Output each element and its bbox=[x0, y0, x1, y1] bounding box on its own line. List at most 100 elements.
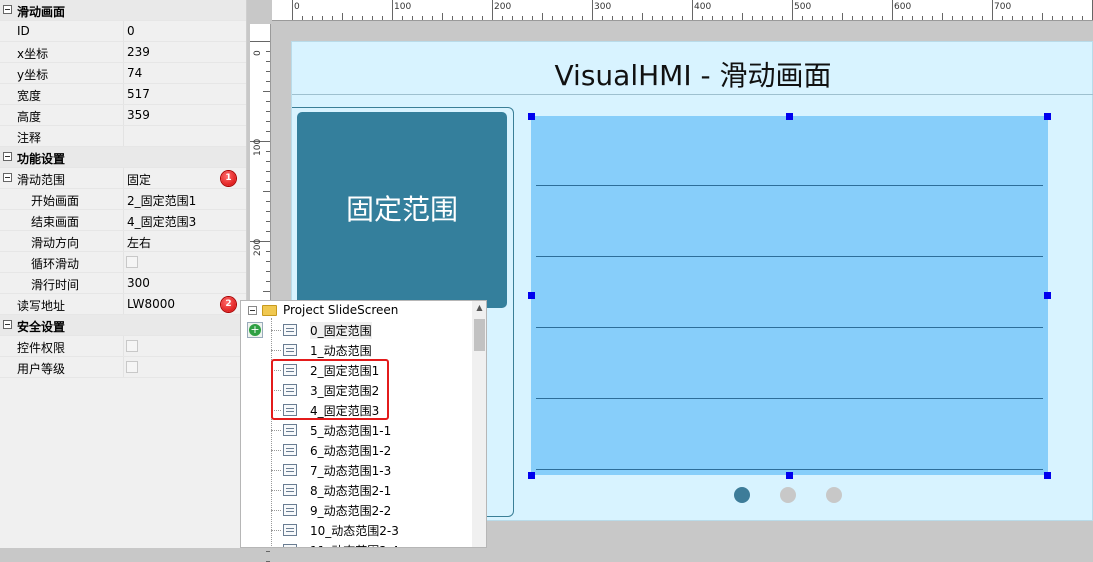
collapse-icon[interactable] bbox=[3, 173, 12, 182]
screen-page-icon bbox=[283, 524, 297, 536]
prop-label: 高度 bbox=[17, 110, 42, 124]
prop-label: y坐标 bbox=[17, 68, 49, 82]
resize-handle-sw[interactable] bbox=[528, 472, 535, 479]
callout-badge-1: 1 bbox=[221, 171, 236, 186]
resize-handle-nw[interactable] bbox=[528, 113, 535, 120]
collapse-icon[interactable] bbox=[3, 5, 12, 14]
prop-value[interactable]: LW8000 bbox=[127, 297, 175, 311]
prop-row-address[interactable]: 读写地址 LW8000 2 bbox=[0, 294, 246, 315]
collapse-icon[interactable] bbox=[3, 152, 12, 161]
prop-label: 控件权限 bbox=[17, 341, 66, 355]
highlight-box bbox=[271, 359, 389, 420]
prop-row-end-screen[interactable]: 结束画面 4_固定范围3 bbox=[0, 210, 246, 231]
prop-value[interactable]: 74 bbox=[127, 66, 142, 80]
prop-row-slide-range[interactable]: 滑动范围 固定 1 bbox=[0, 168, 246, 189]
tree-node[interactable]: 11_动态范围2-4 bbox=[271, 540, 471, 547]
prop-row-y[interactable]: y坐标 74 bbox=[0, 63, 246, 84]
ruler-label: 300 bbox=[594, 2, 612, 12]
screen-page-icon bbox=[283, 324, 297, 336]
ruler-label: 500 bbox=[794, 2, 812, 12]
prop-row-permission[interactable]: 控件权限 bbox=[0, 336, 246, 357]
prop-label: 用户等级 bbox=[17, 362, 66, 376]
divider-line bbox=[536, 327, 1043, 328]
tree-node[interactable]: 6_动态范围1-2 bbox=[271, 440, 471, 460]
tree-root-label[interactable]: Project SlideScreen bbox=[283, 303, 398, 317]
prop-value[interactable]: 300 bbox=[127, 276, 150, 290]
prop-row-loop[interactable]: 循环滑动 bbox=[0, 252, 246, 273]
prop-row-x[interactable]: x坐标 239 bbox=[0, 42, 246, 63]
prop-value[interactable]: 0 bbox=[127, 24, 135, 38]
prop-value[interactable]: 2_固定范围1 bbox=[127, 192, 196, 209]
category-security[interactable]: 安全设置 bbox=[0, 315, 246, 336]
ruler-label: 200 bbox=[494, 2, 512, 12]
collapse-icon[interactable] bbox=[248, 306, 257, 315]
page-indicator-dot[interactable] bbox=[780, 487, 796, 503]
tree-node-label: 5_动态范围1-1 bbox=[310, 424, 392, 438]
add-screen-button[interactable]: + bbox=[247, 322, 263, 338]
prop-row-direction[interactable]: 滑动方向 左右 bbox=[0, 231, 246, 252]
loop-checkbox[interactable] bbox=[126, 256, 138, 268]
prop-value[interactable]: 239 bbox=[127, 45, 150, 59]
tree-node[interactable]: 10_动态范围2-3 bbox=[271, 520, 471, 540]
ruler-label: 0 bbox=[253, 50, 263, 56]
tree-node[interactable]: 5_动态范围1-1 bbox=[271, 420, 471, 440]
prop-row-note[interactable]: 注释 bbox=[0, 126, 246, 147]
permission-checkbox[interactable] bbox=[126, 340, 138, 352]
prop-label: 读写地址 bbox=[17, 299, 66, 313]
category-label: 滑动画面 bbox=[17, 5, 66, 19]
tree-scrollbar[interactable] bbox=[472, 315, 486, 547]
prop-value[interactable]: 359 bbox=[127, 108, 150, 122]
prop-row-height[interactable]: 高度 359 bbox=[0, 105, 246, 126]
resize-handle-w[interactable] bbox=[528, 292, 535, 299]
prop-row-glide-time[interactable]: 滑行时间 300 bbox=[0, 273, 246, 294]
prop-value[interactable]: 左右 bbox=[127, 234, 151, 251]
tree-node[interactable]: 0_固定范围 bbox=[271, 320, 471, 340]
prop-label: 滑行时间 bbox=[31, 278, 80, 292]
screen-page-icon bbox=[283, 344, 297, 356]
tree-node[interactable]: 8_动态范围2-1 bbox=[271, 480, 471, 500]
resize-handle-se[interactable] bbox=[1044, 472, 1051, 479]
scroll-up-icon[interactable]: ▲ bbox=[472, 301, 486, 315]
page-indicator-dot[interactable] bbox=[734, 487, 750, 503]
prop-row-user-level[interactable]: 用户等级 bbox=[0, 357, 246, 378]
prop-row-id[interactable]: ID 0 bbox=[0, 21, 246, 42]
prop-value[interactable]: 固定 bbox=[127, 171, 151, 188]
page-indicator-dot[interactable] bbox=[826, 487, 842, 503]
user-level-checkbox[interactable] bbox=[126, 361, 138, 373]
resize-handle-ne[interactable] bbox=[1044, 113, 1051, 120]
resize-handle-s[interactable] bbox=[786, 472, 793, 479]
divider-line bbox=[536, 398, 1043, 399]
tree-node-label: 0_固定范围 bbox=[310, 322, 372, 339]
category-label: 功能设置 bbox=[17, 152, 66, 166]
tree-node[interactable]: 1_动态范围 bbox=[271, 340, 471, 360]
category-function[interactable]: 功能设置 bbox=[0, 147, 246, 168]
prop-value[interactable]: 517 bbox=[127, 87, 150, 101]
tree-node-label: 11_动态范围2-4 bbox=[310, 542, 399, 547]
prop-label: 注释 bbox=[17, 131, 42, 145]
plus-icon: + bbox=[249, 323, 261, 336]
tree-node-label: 8_动态范围2-1 bbox=[310, 484, 392, 498]
scrollbar-thumb[interactable] bbox=[474, 319, 485, 351]
fixed-range-tile[interactable]: 固定范围 bbox=[297, 112, 507, 308]
folder-icon bbox=[262, 305, 277, 316]
tree-node-label: 6_动态范围1-2 bbox=[310, 444, 392, 458]
ruler-label: 100 bbox=[253, 138, 263, 156]
resize-handle-n[interactable] bbox=[786, 113, 793, 120]
screen-title: VisualHMI - 滑动画面 bbox=[554, 59, 832, 92]
tree-node[interactable]: 7_动态范围1-3 bbox=[271, 460, 471, 480]
tree-node-label: 9_动态范围2-2 bbox=[310, 504, 392, 518]
prop-row-start-screen[interactable]: 开始画面 2_固定范围1 bbox=[0, 189, 246, 210]
tree-node-label: 1_动态范围 bbox=[310, 344, 372, 358]
screen-tree-panel[interactable]: Project SlideScreen + 0_固定范围 1_动态范围 2_固定范围… bbox=[240, 300, 487, 548]
resize-handle-e[interactable] bbox=[1044, 292, 1051, 299]
prop-value[interactable]: 4_固定范围3 bbox=[127, 213, 196, 230]
tree-node[interactable]: 9_动态范围2-2 bbox=[271, 500, 471, 520]
slide-screen-widget[interactable] bbox=[531, 116, 1048, 475]
category-label: 安全设置 bbox=[17, 320, 66, 334]
tree-node-label: 10_动态范围2-3 bbox=[310, 524, 399, 538]
property-grid: 滑动画面 ID 0 x坐标 239 y坐标 74 宽度 517 高度 359 注… bbox=[0, 0, 247, 548]
prop-row-width[interactable]: 宽度 517 bbox=[0, 84, 246, 105]
category-slide-screen[interactable]: 滑动画面 bbox=[0, 0, 246, 21]
ruler-label: 0 bbox=[294, 2, 300, 12]
collapse-icon[interactable] bbox=[3, 320, 12, 329]
